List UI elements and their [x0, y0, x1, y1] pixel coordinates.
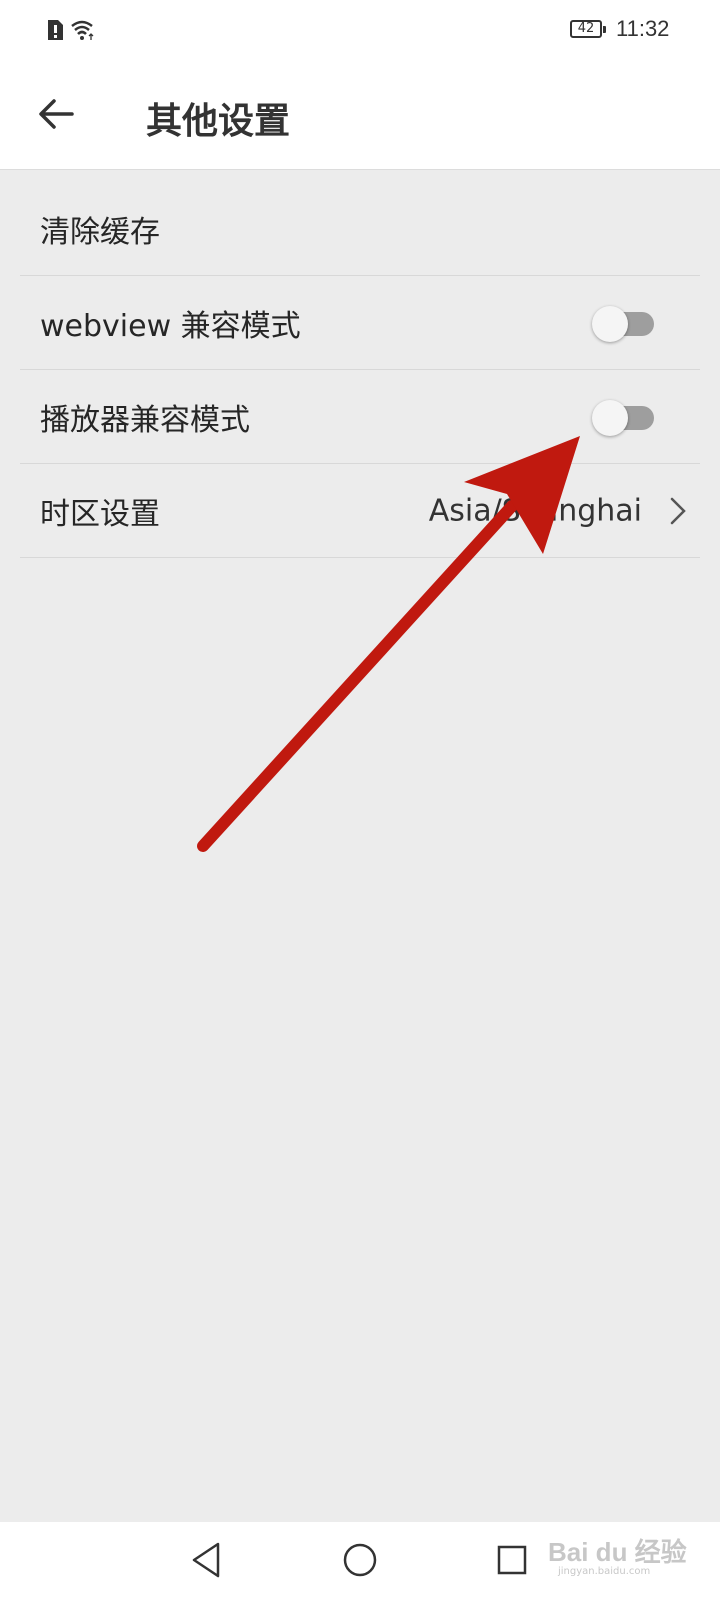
baidu-jingyan-watermark: Bai du 经验 jingyan.baidu.com	[548, 1528, 698, 1584]
webview-compat-row[interactable]: webview 兼容模式	[20, 276, 700, 370]
player-compat-label: 播放器兼容模式	[40, 402, 250, 438]
chevron-right-icon	[670, 497, 686, 524]
webview-compat-toggle[interactable]	[592, 305, 654, 342]
webview-compat-label: webview 兼容模式	[40, 308, 301, 344]
player-compat-toggle[interactable]	[592, 399, 654, 436]
arrow-left-icon	[39, 99, 74, 129]
watermark-brand: Bai du 经验	[548, 1537, 687, 1567]
sim-alert-icon	[48, 20, 63, 40]
watermark-url: jingyan.baidu.com	[558, 1566, 651, 1577]
nav-back-button[interactable]	[188, 1540, 224, 1580]
nav-recents-button[interactable]	[496, 1544, 528, 1576]
nav-home-button[interactable]	[342, 1542, 378, 1578]
nav-recents-square-icon	[497, 1545, 527, 1575]
nav-back-triangle-icon	[192, 1542, 220, 1578]
player-compat-row[interactable]: 播放器兼容模式	[20, 370, 700, 464]
status-time: 11:32	[616, 16, 670, 41]
clear-cache-label: 清除缓存	[40, 214, 160, 250]
wifi-icon	[71, 20, 94, 40]
page-title: 其他设置	[146, 101, 291, 142]
nav-home-circle-icon	[343, 1543, 377, 1577]
app-header: 其他设置	[0, 62, 720, 170]
timezone-label: 时区设置	[40, 496, 160, 532]
timezone-row[interactable]: 时区设置 Asia/Shanghai	[20, 464, 700, 558]
status-bar: 42 11:32	[0, 0, 720, 62]
toggle-knob	[592, 399, 628, 436]
timezone-value: Asia/Shanghai	[428, 493, 642, 528]
battery-level: 42	[577, 21, 595, 36]
back-button[interactable]	[32, 90, 80, 138]
clear-cache-row[interactable]: 清除缓存	[20, 182, 700, 276]
toggle-knob	[592, 305, 628, 342]
battery-icon: 42	[570, 20, 606, 38]
settings-list: 清除缓存 webview 兼容模式 播放器兼容模式 时区设置 Asia/Shan…	[20, 182, 700, 558]
